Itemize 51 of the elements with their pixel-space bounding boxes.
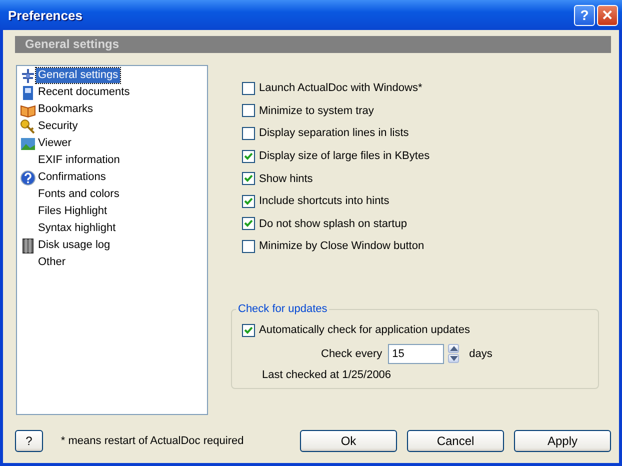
close-button[interactable]: ✕ xyxy=(597,4,618,26)
dialog-button[interactable]: Ok xyxy=(300,430,397,452)
question-icon xyxy=(20,170,36,186)
sidebar-item[interactable]: Viewer xyxy=(36,136,74,151)
checkbox[interactable] xyxy=(242,217,255,230)
checkbox-label: Show hints xyxy=(259,172,313,185)
sidebar-item[interactable]: Bookmarks xyxy=(36,102,96,117)
checkbox[interactable] xyxy=(242,194,255,208)
checkbox[interactable] xyxy=(242,82,255,95)
checkbox-label: Display size of large files in KBytes xyxy=(259,150,430,162)
checkbox-label: Minimize to system tray xyxy=(259,104,374,117)
sidebar-item[interactable]: Other xyxy=(36,255,68,270)
key-icon xyxy=(20,118,36,134)
help-button[interactable]: ? xyxy=(574,4,595,26)
checkbox-label: Do not show splash on startup xyxy=(259,218,407,230)
checkbox[interactable] xyxy=(242,126,255,140)
cabinet-icon xyxy=(20,238,36,254)
sidebar-item[interactable]: Security xyxy=(36,119,80,134)
spin-buttons[interactable] xyxy=(448,344,460,364)
sidebar-item[interactable]: Recent documents xyxy=(36,85,132,100)
group-title: Check for updates xyxy=(236,303,330,315)
checkbox[interactable] xyxy=(242,240,255,253)
last-checked-text: Last checked at 1/25/2006 xyxy=(261,368,392,383)
checkbox[interactable] xyxy=(242,104,255,118)
sidebar-item[interactable]: General settings xyxy=(36,68,120,83)
cross-icon xyxy=(20,68,36,84)
sidebar-item[interactable]: Confirmations xyxy=(36,170,108,185)
interval-label: Check every xyxy=(321,348,382,360)
checkbox[interactable] xyxy=(242,324,255,337)
checkbox-label: Display separation lines in lists xyxy=(259,127,409,140)
section-header: General settings xyxy=(15,36,611,53)
checkbox-label: Minimize by Close Window button xyxy=(259,240,424,252)
sidebar-item[interactable]: Syntax highlight xyxy=(36,221,118,236)
interval-field[interactable]: 15 xyxy=(388,344,444,364)
sidebar-item[interactable]: EXIF information xyxy=(36,153,122,168)
dialog-button[interactable]: Cancel xyxy=(407,430,504,452)
sidebar-item[interactable]: Files Highlight xyxy=(36,204,110,219)
checkbox-label: Include shortcuts into hints xyxy=(259,195,390,208)
sidebar-item[interactable]: Fonts and colors xyxy=(36,187,122,202)
sidebar-item[interactable]: Disk usage log xyxy=(36,238,112,253)
checkbox-label: Automatically check for application updates xyxy=(259,324,470,336)
document-icon xyxy=(20,84,36,100)
window-title: Preferences xyxy=(8,8,82,22)
dialog-button[interactable]: Apply xyxy=(514,430,611,452)
restart-note: * means restart of ActualDoc required xyxy=(60,435,245,447)
picture-icon xyxy=(20,136,36,152)
interval-unit: days xyxy=(469,348,492,360)
checkbox[interactable] xyxy=(242,172,255,186)
checkbox-label: Launch ActualDoc with Windows* xyxy=(259,82,422,94)
checkbox[interactable] xyxy=(242,150,255,163)
help-button[interactable]: ? xyxy=(15,430,43,452)
